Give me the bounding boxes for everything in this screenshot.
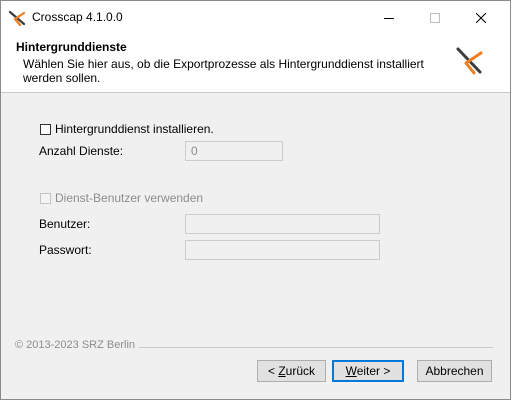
close-button[interactable] bbox=[458, 1, 504, 35]
service-user-checkbox[interactable]: Dienst-Benutzer verwenden bbox=[40, 191, 203, 205]
service-count-field[interactable]: 0 bbox=[185, 141, 283, 161]
crosscap-logo-icon bbox=[9, 10, 25, 26]
window-title: Crosscap 4.1.0.0 bbox=[32, 10, 123, 24]
user-label: Benutzer: bbox=[39, 217, 91, 231]
minimize-button[interactable] bbox=[366, 1, 412, 35]
close-icon bbox=[476, 13, 486, 23]
maximize-button[interactable] bbox=[412, 1, 458, 35]
cancel-button[interactable]: Abbrechen bbox=[417, 360, 492, 382]
password-label: Passwort: bbox=[39, 243, 92, 257]
password-field[interactable] bbox=[185, 240, 380, 260]
service-count-label: Anzahl Dienste: bbox=[39, 144, 124, 158]
crosscap-logo-icon bbox=[456, 47, 483, 75]
back-button[interactable]: < Zurück bbox=[257, 360, 326, 382]
next-button-label: Weiter > bbox=[345, 364, 391, 378]
back-button-label: < Zurück bbox=[267, 364, 316, 378]
service-user-label: Dienst-Benutzer verwenden bbox=[55, 191, 204, 205]
checkbox-box[interactable] bbox=[40, 192, 51, 204]
installer-window: Crosscap 4.1.0.0 Hintergrunddienste Wähl… bbox=[0, 0, 511, 400]
next-button[interactable]: Weiter > bbox=[332, 360, 404, 382]
footer-divider bbox=[136, 347, 493, 348]
minimize-icon bbox=[384, 18, 394, 19]
page-description: Wählen Sie hier aus, ob die Exportprozes… bbox=[23, 57, 424, 85]
title-bar[interactable]: Crosscap 4.1.0.0 bbox=[1, 1, 510, 35]
maximize-icon bbox=[430, 13, 440, 23]
page-title: Hintergrunddienste bbox=[16, 40, 127, 54]
wizard-header: Hintergrunddienste Wählen Sie hier aus, … bbox=[1, 35, 510, 93]
install-service-checkbox[interactable]: Hintergrunddienst installieren. bbox=[40, 122, 214, 136]
user-field[interactable] bbox=[185, 214, 380, 234]
copyright-text: © 2013-2023 SRZ Berlin bbox=[15, 339, 140, 351]
install-service-label: Hintergrunddienst installieren. bbox=[55, 122, 214, 136]
checkbox-box[interactable] bbox=[40, 123, 51, 135]
